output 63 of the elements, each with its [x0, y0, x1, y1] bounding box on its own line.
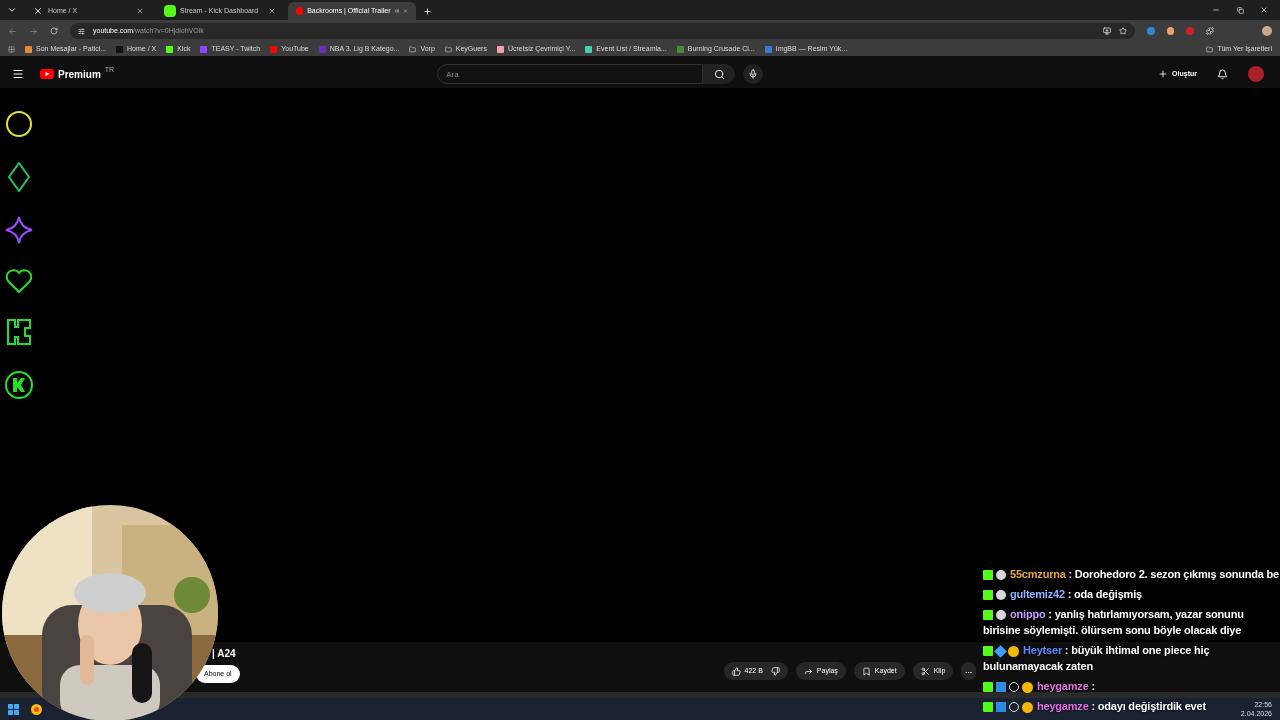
play-logo-icon: [40, 69, 54, 79]
speaker-icon[interactable]: [394, 7, 400, 15]
chat-message: gultemiz42 : oda değişmiş: [983, 586, 1142, 602]
channel-name: | A24: [212, 647, 237, 661]
youtube-logo-icon: [296, 7, 304, 15]
back-icon[interactable]: [8, 26, 17, 36]
search-field[interactable]: Ara: [437, 64, 704, 84]
extensions-icon[interactable]: [1206, 27, 1214, 35]
apps-icon[interactable]: [8, 45, 15, 53]
folder-icon: [444, 45, 452, 53]
chat-message: Heytser : büyük ihtimal one piece hiç bulunamayacak zaten: [983, 643, 1211, 674]
chat-message: heygamze :: [983, 678, 1095, 694]
minimize-icon: [1212, 6, 1220, 14]
scissors-icon: [920, 666, 930, 676]
restore-icon: [1236, 6, 1244, 14]
folder-icon: [1206, 45, 1214, 53]
close-icon[interactable]: [268, 7, 276, 15]
search-icon: [713, 68, 725, 80]
reload-icon[interactable]: [50, 27, 58, 35]
kick-badge-icon: [983, 682, 993, 693]
folder-icon: [409, 45, 417, 53]
emote-badge-icon: [996, 570, 1006, 581]
dislike-icon[interactable]: [770, 666, 780, 676]
install-icon[interactable]: [1103, 27, 1111, 35]
plus-icon: [422, 6, 432, 16]
microphone-icon: [748, 69, 759, 79]
share-arrow-icon: [803, 666, 813, 676]
more-button[interactable]: ...: [961, 662, 976, 680]
kick-badge-icon: [983, 570, 993, 581]
browser-taskbar-icon[interactable]: [31, 703, 42, 715]
voice-search-button[interactable]: [743, 64, 764, 84]
windows-logo-icon[interactable]: [8, 703, 19, 715]
extension-icon[interactable]: [1167, 27, 1174, 35]
chat-message: 55cmzurna : Dorohedoro 2. sezon çıkmış sonunda be: [983, 566, 1279, 582]
thumbs-up-icon: [731, 666, 741, 676]
chevron-down-icon: [7, 5, 17, 15]
close-icon[interactable]: [136, 7, 144, 15]
x-logo-icon: [32, 5, 44, 17]
close-icon[interactable]: [403, 7, 408, 15]
chat-message: heygamze : odayı değiştirdik evet: [983, 698, 1206, 714]
emote-badge-icon: [996, 590, 1006, 601]
sub-badge-icon: [1008, 645, 1019, 657]
kick-badge-icon: [983, 702, 993, 713]
notifications-icon[interactable]: [1217, 68, 1228, 80]
emote-badge-icon: [996, 610, 1006, 621]
search-button[interactable]: [703, 64, 736, 84]
kick-badge-icon: [983, 646, 993, 657]
sub-badge-icon: [1022, 681, 1033, 693]
kick-badge-icon: [983, 590, 993, 601]
extension-icon[interactable]: [1147, 27, 1155, 35]
star-icon[interactable]: [1119, 27, 1127, 35]
site-settings-icon: [78, 27, 85, 35]
kick-badge-icon: [983, 610, 993, 621]
bookmark-icon: [861, 666, 871, 676]
close-icon: [1260, 6, 1268, 14]
chat-message: onippo : yanlış hatırlamıyorsam, yazar sonunu birisine söylemişti. ölürsem sonu böyle olacak diye: [983, 607, 1245, 638]
avatar-icon[interactable]: [1248, 66, 1264, 82]
avatar-icon[interactable]: [1262, 26, 1272, 36]
forward-icon[interactable]: [29, 26, 38, 36]
menu-icon[interactable]: [12, 68, 24, 80]
plus-icon: [1158, 69, 1169, 79]
kick-logo-icon: [164, 5, 176, 17]
sub-badge-icon: [1022, 701, 1033, 713]
